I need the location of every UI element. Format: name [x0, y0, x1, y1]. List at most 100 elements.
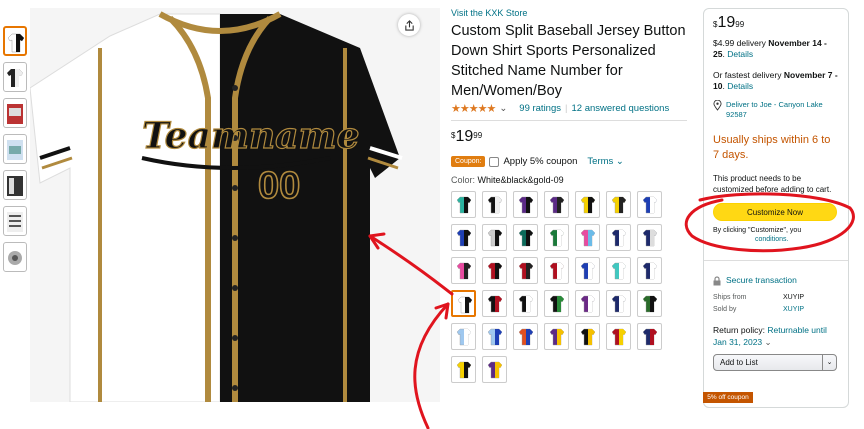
lock-icon — [713, 275, 721, 285]
color-swatch[interactable] — [637, 323, 662, 350]
coupon-label[interactable]: Apply 5% coupon — [503, 156, 577, 167]
thumbnail-6[interactable] — [3, 206, 27, 236]
star-rating-icon[interactable]: ★★★★★ — [451, 102, 496, 115]
buybox-price: $ 19 99 — [713, 15, 839, 31]
color-swatch[interactable] — [513, 191, 538, 218]
thumbnail-2[interactable] — [3, 62, 27, 92]
color-swatch[interactable] — [513, 224, 538, 251]
product-price: $ 19 99 — [451, 128, 696, 146]
color-swatch[interactable] — [575, 191, 600, 218]
color-swatch[interactable] — [513, 290, 538, 317]
color-swatch[interactable] — [544, 224, 569, 251]
color-swatch[interactable] — [544, 290, 569, 317]
jersey-swatch-icon — [488, 328, 502, 346]
off-coupon-badge: 5% off coupon — [703, 392, 753, 403]
buybox-price-fraction: 99 — [735, 20, 745, 29]
delivery-prefix: $4.99 delivery — [713, 38, 769, 48]
color-swatch[interactable] — [451, 257, 476, 284]
color-swatch[interactable] — [513, 323, 538, 350]
color-swatch[interactable] — [544, 191, 569, 218]
jersey-swatch-icon — [488, 361, 502, 379]
jersey-swatch-icon — [457, 328, 471, 346]
add-to-list-label[interactable]: Add to List — [720, 357, 758, 368]
color-swatch[interactable] — [482, 323, 507, 350]
thumbnail-7[interactable] — [3, 242, 27, 272]
color-swatch[interactable] — [606, 224, 631, 251]
color-swatch[interactable] — [637, 224, 662, 251]
thumbnail-1[interactable] — [3, 26, 27, 56]
color-swatch[interactable] — [606, 323, 631, 350]
by-clicking-text: By clicking "Customize", you — [713, 227, 802, 234]
color-swatch[interactable] — [451, 356, 476, 383]
color-swatch[interactable] — [451, 224, 476, 251]
fastest-prefix: Or fastest delivery — [713, 70, 784, 80]
terms-link[interactable]: Terms ⌄ — [587, 156, 623, 167]
delivery-details-link[interactable]: Details — [727, 49, 753, 59]
main-product-image[interactable]: Teamname 00 — [30, 8, 440, 402]
color-swatch[interactable] — [575, 257, 600, 284]
add-to-list-button[interactable]: Add to List ⌄ — [713, 354, 837, 371]
jersey-swatch-icon — [550, 196, 564, 214]
color-swatch[interactable] — [482, 290, 507, 317]
ships-from-value: XUYIP — [783, 294, 805, 301]
jersey-swatch-icon — [550, 295, 564, 313]
answered-questions-link[interactable]: 12 answered questions — [571, 103, 669, 114]
delivery-info: $4.99 delivery November 14 - 25. Details — [713, 38, 839, 60]
customize-now-button[interactable]: Customize Now — [713, 203, 837, 221]
ships-warning: Usually ships within 6 to 7 days. — [713, 134, 831, 161]
jersey-swatch-icon — [488, 295, 502, 313]
color-swatch[interactable] — [637, 290, 662, 317]
coupon-row: Coupon: Apply 5% coupon Terms ⌄ — [451, 156, 696, 167]
jersey-teamname: Teamname — [142, 115, 359, 157]
jersey-swatch-icon — [488, 196, 502, 214]
fastest-details-link[interactable]: Details — [727, 81, 753, 91]
conditions-link[interactable]: conditions. — [755, 236, 788, 243]
ships-from-label: Ships from — [713, 294, 747, 301]
jersey-swatch-icon — [581, 229, 595, 247]
color-swatch[interactable] — [575, 290, 600, 317]
secure-transaction-label[interactable]: Secure transaction — [726, 275, 797, 286]
color-swatch[interactable] — [482, 224, 507, 251]
color-swatch[interactable] — [575, 323, 600, 350]
store-link[interactable]: Visit the KXK Store — [451, 8, 696, 18]
thumbnail-3[interactable] — [3, 98, 27, 128]
jersey-swatch-icon — [519, 262, 533, 280]
color-swatch[interactable] — [451, 290, 476, 317]
color-swatch[interactable] — [637, 257, 662, 284]
color-label: Color: — [451, 175, 476, 185]
color-swatch[interactable] — [513, 257, 538, 284]
share-button[interactable] — [398, 14, 420, 36]
add-to-list-dropdown-icon[interactable]: ⌄ — [822, 355, 836, 370]
location-pin-icon — [713, 100, 722, 111]
jersey-swatch-icon — [457, 229, 471, 247]
color-swatch[interactable] — [482, 257, 507, 284]
color-swatch[interactable] — [482, 191, 507, 218]
color-swatch[interactable] — [451, 323, 476, 350]
ratings-link[interactable]: 99 ratings — [519, 103, 561, 114]
coupon-badge: Coupon: — [451, 156, 486, 167]
jersey-swatch-icon — [581, 196, 595, 214]
rating-caret-icon[interactable]: ⌄ — [499, 103, 507, 114]
return-caret-icon[interactable]: ⌄ — [765, 337, 772, 347]
secure-transaction[interactable]: Secure transaction — [713, 275, 839, 286]
color-swatch[interactable] — [544, 257, 569, 284]
color-swatch[interactable] — [606, 290, 631, 317]
deliver-to-location[interactable]: Deliver to Joe - Canyon Lake 92587 — [713, 100, 839, 120]
color-swatch[interactable] — [606, 191, 631, 218]
jersey-swatch-icon — [612, 295, 626, 313]
color-swatch[interactable] — [451, 191, 476, 218]
thumbnail-4[interactable] — [3, 134, 27, 164]
color-swatch[interactable] — [482, 356, 507, 383]
color-swatch[interactable] — [606, 257, 631, 284]
thumbnail-5[interactable] — [3, 170, 27, 200]
color-swatch[interactable] — [544, 323, 569, 350]
color-swatch[interactable] — [637, 191, 662, 218]
divider — [451, 120, 687, 121]
sold-by-link[interactable]: XUYIP — [783, 304, 839, 316]
deliver-to-text[interactable]: Deliver to Joe - Canyon Lake 92587 — [726, 100, 839, 120]
coupon-checkbox[interactable] — [489, 156, 500, 167]
color-swatch[interactable] — [575, 224, 600, 251]
return-policy: Return policy: Returnable until Jan 31, … — [713, 324, 839, 348]
jersey-swatch-icon — [612, 328, 626, 346]
jersey-swatch-icon — [643, 328, 657, 346]
